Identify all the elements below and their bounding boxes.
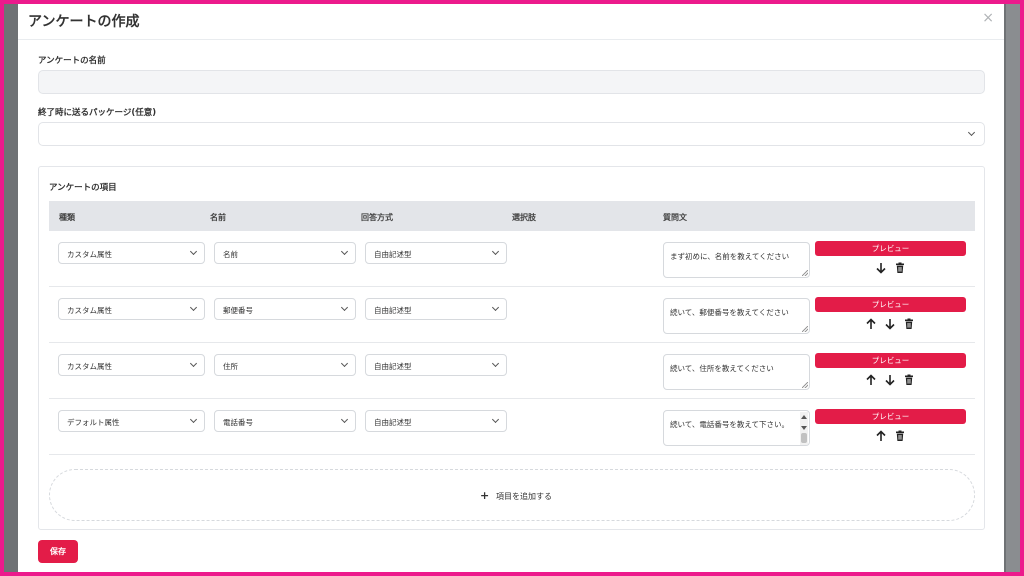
trash-icon[interactable] [903, 318, 915, 330]
add-item-button[interactable]: + 項目を追加する [49, 469, 975, 521]
arrow-down-icon[interactable] [884, 318, 896, 330]
preview-button[interactable]: プレビュー [815, 353, 966, 368]
trash-icon[interactable] [894, 262, 906, 274]
chevron-down-icon [340, 303, 349, 312]
answer-select[interactable]: 自由記述型 [365, 298, 507, 320]
col-type: 種類 [59, 213, 75, 222]
type-select[interactable]: カスタム属性 [58, 354, 205, 376]
save-button[interactable]: 保存 [38, 540, 78, 563]
arrow-up-icon[interactable] [875, 430, 887, 442]
name-select[interactable]: 郵便番号 [214, 298, 356, 320]
name-select[interactable]: 住所 [214, 354, 356, 376]
answer-select[interactable]: 自由記述型 [365, 242, 507, 264]
add-item-label: 項目を追加する [496, 492, 552, 501]
trash-icon[interactable] [894, 430, 906, 442]
name-select[interactable]: 電話番号 [214, 410, 356, 432]
chevron-down-icon [340, 359, 349, 368]
scroll-up-icon[interactable] [801, 415, 807, 419]
table-row: カスタム属性 住所 自由記述型 続いて、住所を教えてください プレビュー [49, 343, 975, 399]
preview-button[interactable]: プレビュー [815, 241, 966, 256]
type-select[interactable]: カスタム属性 [58, 298, 205, 320]
items-section-title: アンケートの項目 [49, 183, 117, 193]
chevron-down-icon [340, 415, 349, 424]
table-row: カスタム属性 郵便番号 自由記述型 続いて、郵便番号を教えてください プレビュー [49, 287, 975, 343]
resize-handle[interactable] [802, 326, 808, 332]
col-answer: 回答方式 [361, 213, 393, 222]
chevron-down-icon [189, 303, 198, 312]
items-table-header: 種類 名前 回答方式 選択肢 質問文 [49, 201, 975, 231]
chevron-down-icon [491, 359, 500, 368]
chevron-down-icon [189, 415, 198, 424]
textarea-scrollbar[interactable] [800, 412, 808, 445]
col-choices: 選択肢 [512, 213, 536, 222]
close-icon[interactable]: × [982, 10, 994, 26]
question-textarea[interactable]: 続いて、郵便番号を教えてください [663, 298, 810, 334]
package-select[interactable] [38, 122, 985, 146]
package-label: 終了時に送るパッケージ(任意) [38, 108, 157, 118]
survey-modal: アンケートの作成 × アンケートの名前 終了時に送るパッケージ(任意) アンケー… [18, 4, 1004, 572]
question-textarea[interactable]: 続いて、電話番号を教えて下さい。 [663, 410, 810, 446]
trash-icon[interactable] [903, 374, 915, 386]
type-select[interactable]: カスタム属性 [58, 242, 205, 264]
preview-button[interactable]: プレビュー [815, 297, 966, 312]
col-question: 質問文 [663, 213, 687, 222]
col-name: 名前 [210, 213, 226, 222]
answer-select[interactable]: 自由記述型 [365, 354, 507, 376]
scroll-down-icon[interactable] [801, 426, 807, 430]
survey-name-label: アンケートの名前 [38, 56, 106, 66]
arrow-down-icon[interactable] [884, 374, 896, 386]
question-textarea[interactable]: まず初めに、名前を教えてください [663, 242, 810, 278]
modal-header: アンケートの作成 × [18, 4, 1004, 40]
backdrop-right-strip [1006, 4, 1020, 572]
chevron-down-icon [491, 303, 500, 312]
items-card: アンケートの項目 種類 名前 回答方式 選択肢 質問文 カスタム属性 名前 自由… [38, 166, 985, 530]
chevron-down-icon [340, 247, 349, 256]
answer-select[interactable]: 自由記述型 [365, 410, 507, 432]
chevron-down-icon [189, 247, 198, 256]
arrow-up-icon[interactable] [865, 318, 877, 330]
modal-title: アンケートの作成 [28, 14, 140, 30]
table-row: デフォルト属性 電話番号 自由記述型 続いて、電話番号を教えて下さい。 プレビュ… [49, 399, 975, 455]
arrow-down-icon[interactable] [875, 262, 887, 274]
arrow-up-icon[interactable] [865, 374, 877, 386]
preview-button[interactable]: プレビュー [815, 409, 966, 424]
name-select[interactable]: 名前 [214, 242, 356, 264]
question-textarea[interactable]: 続いて、住所を教えてください [663, 354, 810, 390]
scroll-thumb[interactable] [801, 433, 807, 443]
type-select[interactable]: デフォルト属性 [58, 410, 205, 432]
resize-handle[interactable] [802, 270, 808, 276]
chevron-down-icon [491, 415, 500, 424]
table-row: カスタム属性 名前 自由記述型 まず初めに、名前を教えてください プレビュー [49, 231, 975, 287]
survey-name-input[interactable] [38, 70, 985, 94]
chevron-down-icon [491, 247, 500, 256]
chevron-down-icon [189, 359, 198, 368]
plus-icon: + [480, 489, 490, 502]
chevron-down-icon [967, 128, 976, 137]
resize-handle[interactable] [802, 382, 808, 388]
